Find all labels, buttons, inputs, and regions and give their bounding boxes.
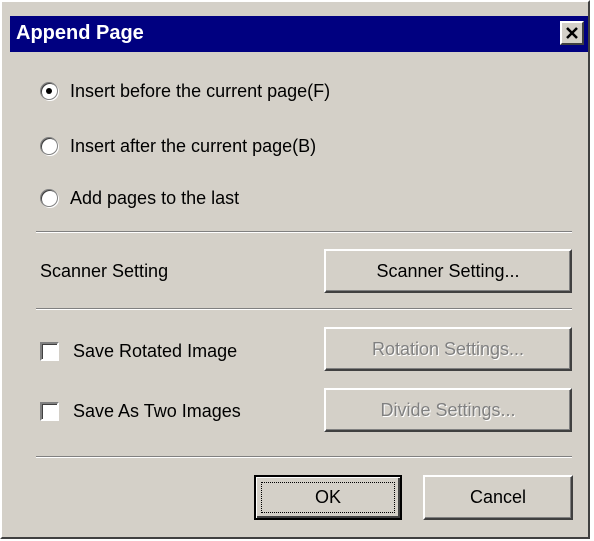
radio-label: Insert after the current page(B) [70, 135, 317, 156]
checkbox[interactable] [40, 401, 59, 421]
checkbox-save-two-images[interactable]: Save As Two Images [40, 398, 241, 424]
scanner-setting-label: Scanner Setting [40, 261, 169, 281]
radio-button-checked[interactable] [40, 82, 58, 100]
separator [36, 231, 572, 233]
radio-button[interactable] [40, 137, 58, 155]
cancel-button-label: Cancel [469, 487, 527, 507]
close-icon [566, 27, 578, 39]
checkbox-label: Save As Two Images [73, 400, 241, 421]
cancel-button[interactable]: Cancel [423, 475, 573, 520]
scanner-setting-button[interactable]: Scanner Setting... [324, 249, 572, 293]
separator [36, 308, 572, 310]
radio-label: Add pages to the last [70, 187, 240, 208]
focus-ring [261, 482, 395, 513]
scanner-setting-button-label: Scanner Setting... [376, 260, 520, 281]
checkbox[interactable] [40, 341, 59, 361]
ok-button[interactable]: OK [254, 475, 402, 520]
append-page-dialog: Append Page Insert before the current pa… [0, 0, 590, 539]
radio-add-last[interactable]: Add pages to the last [40, 185, 239, 211]
divide-settings-button[interactable]: Divide Settings... [324, 388, 572, 432]
divide-settings-button-label: Divide Settings... [380, 399, 516, 420]
rotation-settings-button-label: Rotation Settings... [371, 338, 525, 359]
rotation-settings-button[interactable]: Rotation Settings... [324, 327, 572, 371]
radio-label: Insert before the current page(F) [70, 80, 331, 101]
title-bar[interactable]: Append Page [10, 16, 588, 52]
separator [36, 456, 572, 458]
dialog-title: Append Page [16, 22, 144, 44]
radio-insert-before[interactable]: Insert before the current page(F) [40, 78, 330, 104]
close-button[interactable] [560, 21, 584, 45]
checkbox-label: Save Rotated Image [73, 340, 238, 361]
radio-insert-after[interactable]: Insert after the current page(B) [40, 133, 316, 159]
radio-button[interactable] [40, 189, 58, 207]
checkbox-save-rotated[interactable]: Save Rotated Image [40, 338, 237, 364]
